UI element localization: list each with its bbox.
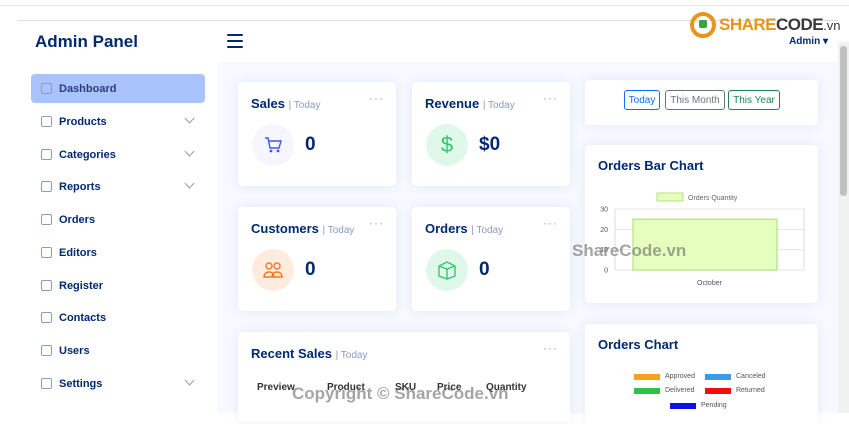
chevron-down-icon <box>184 178 195 189</box>
legend-delivered: Delivered <box>634 387 695 394</box>
filter-year-button[interactable]: This Year <box>728 90 780 110</box>
more-icon[interactable]: ··· <box>543 216 558 230</box>
column-header: Product <box>327 382 365 393</box>
logo-part1: SHARE <box>719 15 777 34</box>
column-header: SKU <box>395 382 417 393</box>
more-icon[interactable]: ··· <box>369 216 384 230</box>
orders-chart-card: Orders Chart Approved Canceled Delivered… <box>585 324 818 424</box>
sidebar-item-label: Products <box>59 115 107 128</box>
sidebar-item-label: Register <box>59 279 104 292</box>
sidebar-item-label: Contacts <box>59 311 107 324</box>
period-filter-card: Today This Month This Year <box>585 80 818 125</box>
gear-icon <box>41 378 52 389</box>
customers-value: 0 <box>305 259 316 280</box>
sidebar-item-label: Editors <box>59 246 97 259</box>
orders-bar-chart-card: Orders Bar Chart Orders Quantity 0 10 20 30 O… <box>585 145 818 303</box>
main-content: Sales | Today ··· 0 Revenue | Today ··· … <box>218 62 838 424</box>
sidebar-item-products[interactable]: Products <box>31 107 205 136</box>
customers-card: Customers | Today ··· 0 <box>238 207 396 311</box>
legend-swatch <box>656 192 684 202</box>
person-icon <box>41 280 52 291</box>
card-title: Revenue | Today <box>425 96 515 111</box>
sidebar-item-label: Users <box>59 344 90 357</box>
orders-value: 0 <box>479 259 490 280</box>
y-tick-label: 0 <box>604 268 608 275</box>
more-icon[interactable]: ··· <box>369 91 384 105</box>
orders-card: Orders | Today ··· 0 <box>412 207 570 311</box>
y-tick-label: 10 <box>600 247 608 254</box>
cart-icon <box>252 124 294 166</box>
sidebar-item-label: Categories <box>59 148 116 161</box>
card-title: Orders | Today <box>425 221 504 236</box>
column-header: Quantity <box>486 382 527 393</box>
sidebar-item-orders[interactable]: Orders <box>31 205 205 234</box>
bar-chart-icon <box>41 181 52 192</box>
legend-returned: Returned <box>705 387 765 394</box>
sidebar-item-users[interactable]: Users <box>31 336 205 365</box>
x-tick-label: October <box>697 280 723 287</box>
logo-mark-icon <box>690 12 716 38</box>
revenue-card: Revenue | Today ··· $ $0 <box>412 82 570 186</box>
dollar-icon: $ <box>426 124 468 166</box>
logo-part3: .vn <box>823 17 841 33</box>
sidebar-item-categories[interactable]: Categories <box>31 140 205 169</box>
recent-sales-table-header: Preview Product SKU Price Quantity <box>257 382 546 393</box>
revenue-value: $0 <box>479 134 501 155</box>
legend-pending: Pending <box>670 402 727 409</box>
list-icon <box>41 149 52 160</box>
legend-label: Orders Quantity <box>688 195 738 202</box>
scrollbar-thumb[interactable] <box>840 46 847 196</box>
legend-approved: Approved <box>634 373 695 380</box>
card-title: Customers | Today <box>251 221 355 236</box>
vertical-scrollbar[interactable] <box>838 42 849 413</box>
filter-month-button[interactable]: This Month <box>665 90 725 110</box>
more-icon[interactable]: ··· <box>543 341 558 355</box>
chevron-down-icon <box>184 375 195 386</box>
logo-part2: CODE <box>776 15 824 34</box>
box-icon <box>41 116 52 127</box>
pencil-icon <box>41 247 52 258</box>
menu-toggle-icon[interactable] <box>227 34 243 48</box>
sidebar: Dashboard Products Categories Reports Or… <box>18 62 218 413</box>
people-icon <box>252 249 294 291</box>
envelope-icon <box>41 312 52 323</box>
sales-value: 0 <box>305 134 316 155</box>
legend-canceled: Canceled <box>705 373 766 380</box>
chart-title: Orders Chart <box>598 337 679 352</box>
bar <box>632 218 778 271</box>
app-title[interactable]: Admin Panel <box>35 32 138 52</box>
grid-icon <box>41 83 52 94</box>
sharecode-logo: SHARE CODE .vn <box>690 10 840 40</box>
sidebar-item-label: Settings <box>59 377 103 390</box>
column-header: Price <box>437 382 462 393</box>
card-title: Recent Sales | Today <box>251 346 368 361</box>
sidebar-item-contacts[interactable]: Contacts <box>31 303 205 332</box>
sidebar-item-label: Dashboard <box>59 82 117 95</box>
list-ul-icon <box>41 214 52 225</box>
orders-bar-chart: Orders Quantity 0 10 20 30 October <box>600 192 805 287</box>
sidebar-item-label: Reports <box>59 180 101 193</box>
sales-card: Sales | Today ··· 0 <box>238 82 396 186</box>
column-header: Preview <box>257 382 295 393</box>
people-icon <box>41 345 52 356</box>
box-icon <box>426 249 468 291</box>
sidebar-item-reports[interactable]: Reports <box>31 172 205 201</box>
filter-today-button[interactable]: Today <box>624 90 660 110</box>
chevron-down-icon <box>184 146 195 157</box>
sidebar-item-dashboard[interactable]: Dashboard <box>31 74 205 103</box>
sidebar-item-settings[interactable]: Settings <box>31 369 205 398</box>
more-icon[interactable]: ··· <box>543 91 558 105</box>
top-bar-line <box>0 0 849 6</box>
y-tick-label: 30 <box>600 207 608 214</box>
y-tick-label: 20 <box>600 227 608 234</box>
chevron-down-icon <box>184 113 195 124</box>
card-title: Sales | Today <box>251 96 321 111</box>
sidebar-item-editors[interactable]: Editors <box>31 238 205 267</box>
sidebar-item-register[interactable]: Register <box>31 271 205 300</box>
sidebar-item-label: Orders <box>59 213 96 226</box>
recent-sales-card: Recent Sales | Today ··· Preview Product… <box>238 332 570 422</box>
